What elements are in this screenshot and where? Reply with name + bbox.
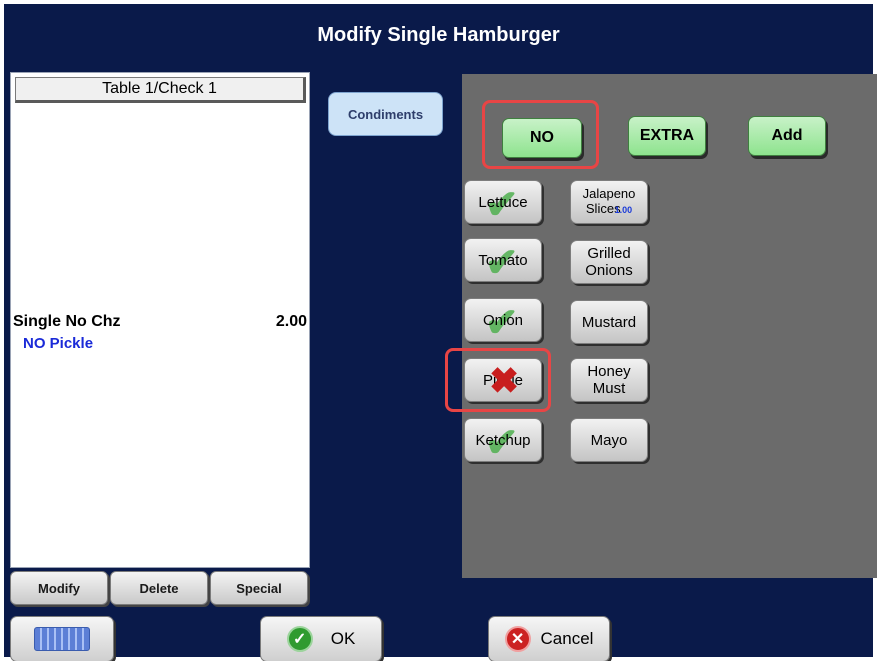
check-header: Table 1/Check 1 [15, 77, 306, 103]
condiment-label: Honey [587, 363, 631, 380]
x-circle-icon: ✕ [504, 626, 531, 652]
check-panel: Table 1/Check 1 Single No Chz 2.00 NO Pi… [10, 72, 310, 568]
condiment-label: Grilled [587, 245, 631, 262]
condiment-label: Onion [482, 311, 524, 329]
condiment-label: Pickle [482, 371, 523, 389]
condiment-honey-must[interactable]: Honey Must [570, 358, 648, 402]
no-highlight [482, 100, 599, 169]
condiment-label: Ketchup [475, 431, 531, 449]
condiment-mustard[interactable]: Mustard [570, 300, 648, 344]
item-modifier[interactable]: NO Pickle [23, 335, 93, 352]
item-name: Single No Chz [13, 313, 121, 330]
cancel-label: Cancel [540, 629, 594, 648]
condiment-label-line2: Slices1.00 [586, 201, 632, 218]
condiment-label: Mayo [590, 431, 628, 449]
modify-button[interactable]: Modify [10, 571, 108, 605]
check-item-row[interactable]: Single No Chz 2.00 [13, 313, 307, 331]
condiment-tomato[interactable]: ✔ Tomato [464, 238, 542, 282]
condiment-price: 1.00 [614, 205, 633, 215]
ok-label: OK [330, 629, 356, 648]
condiment-label: Onions [585, 262, 633, 279]
ok-button[interactable]: ✓ OK [260, 616, 382, 661]
keyboard-button[interactable] [10, 616, 114, 661]
condiment-jalapeno-slices[interactable]: Jalapeno Slices1.00 [570, 180, 648, 224]
condiment-grilled-onions[interactable]: Grilled Onions [570, 240, 648, 284]
delete-button[interactable]: Delete [110, 571, 208, 605]
item-price: 2.00 [275, 313, 307, 330]
mode-add-button[interactable]: Add [748, 116, 826, 156]
condiment-ketchup[interactable]: ✔ Ketchup [464, 418, 542, 462]
condiment-label: Tomato [478, 251, 528, 269]
condiment-label: Jalapeno [582, 186, 636, 201]
special-button[interactable]: Special [210, 571, 308, 605]
pos-window: Modify Single Hamburger Table 1/Check 1 … [0, 0, 877, 661]
condiment-mayo[interactable]: Mayo [570, 418, 648, 462]
keyboard-icon [34, 627, 90, 651]
cancel-button[interactable]: ✕ Cancel [488, 616, 610, 661]
category-condiments[interactable]: Condiments [328, 92, 443, 136]
condiment-lettuce[interactable]: ✔ Lettuce [464, 180, 542, 224]
condiment-onion[interactable]: ✔ Onion [464, 298, 542, 342]
condiment-label: Must [592, 380, 626, 397]
window-title: Modify Single Hamburger [317, 23, 560, 46]
condiment-label: Mustard [581, 313, 637, 331]
condiment-label: Lettuce [478, 193, 528, 211]
checkmark-icon: ✓ [286, 626, 313, 652]
mode-extra-button[interactable]: EXTRA [628, 116, 706, 156]
